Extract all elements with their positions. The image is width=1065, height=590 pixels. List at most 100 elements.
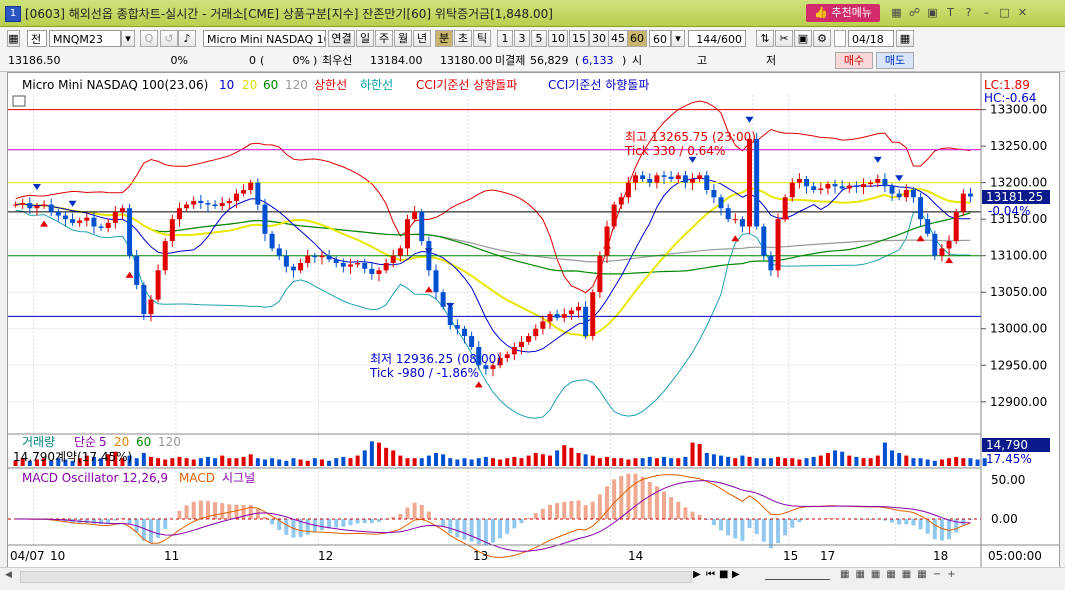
candle-body — [910, 189, 916, 198]
candle-body — [397, 248, 403, 256]
candle-body — [675, 175, 681, 179]
macd-osc-bar — [697, 514, 702, 519]
candle-body — [818, 188, 824, 190]
open-interest-label: 미결제 — [495, 54, 526, 67]
candle-body — [219, 203, 225, 207]
table-icon[interactable] — [12, 95, 26, 107]
forward-icon[interactable]: ▶ — [732, 569, 744, 583]
volume-bar — [148, 456, 153, 466]
count-field[interactable]: 144/600 — [688, 30, 746, 47]
volume-bar — [476, 458, 481, 466]
candle-body — [661, 175, 667, 177]
candle-body — [547, 314, 553, 322]
candle-body — [853, 185, 859, 188]
zoom-icon[interactable]: ⇅ — [756, 30, 774, 47]
app-icon[interactable]: 1 — [5, 6, 21, 22]
zoom-tools[interactable]: ▦▦▦▦▦▦−+ — [840, 569, 1060, 583]
interval-15[interactable]: 15 — [569, 30, 589, 47]
zoom-slider[interactable] — [765, 571, 830, 580]
mode-select[interactable]: 전 — [27, 30, 47, 47]
close-icon[interactable]: ✕ — [1014, 4, 1031, 21]
volume-bar — [141, 453, 146, 466]
low-label: 저 — [766, 54, 777, 67]
font-icon[interactable]: T — [942, 4, 959, 21]
grid-icon[interactable]: ▦ — [7, 30, 20, 47]
interval-5[interactable]: 5 — [531, 30, 547, 47]
legend-cci-down: CCI기준선 하향돌파 — [548, 78, 649, 92]
interval-select[interactable]: 60 — [649, 30, 671, 47]
candle-body — [775, 219, 781, 271]
toolbar-main: ▦ 전 MNQM23 ▾ Q ↺ ♪ Micro Mini NASDAQ 10 … — [0, 27, 1065, 51]
tab-연결[interactable]: 연결 — [328, 30, 355, 47]
candle-body — [440, 292, 446, 307]
play-icon[interactable]: ▶ — [693, 569, 705, 583]
volume-right-value: 14,790 — [986, 438, 1028, 452]
layout-icon[interactable]: ▦ — [888, 4, 905, 21]
chart-area[interactable]: Micro Mini NASDAQ 100(23.06) 10 20 60 12… — [7, 72, 1060, 568]
search-icon[interactable]: Q — [140, 30, 158, 47]
recommend-menu-button[interactable]: 👍 추천메뉴 — [806, 4, 880, 22]
scroll-track[interactable] — [20, 571, 692, 583]
volume-bar — [405, 458, 410, 466]
window-icon[interactable]: ▣ — [924, 4, 941, 21]
tab-tick[interactable]: 틱 — [473, 30, 491, 47]
tab-day[interactable]: 일 — [356, 30, 374, 47]
interval-30[interactable]: 30 — [589, 30, 609, 47]
date-field[interactable]: 04/18 — [848, 30, 894, 47]
candle-body — [212, 204, 218, 207]
interval-3[interactable]: 3 — [514, 30, 530, 47]
cci-up-arrow — [731, 235, 740, 242]
macd-tick-50: 50.00 — [991, 473, 1025, 487]
maximize-icon[interactable]: □ — [996, 4, 1013, 21]
high-annotation-2: Tick 330 / 0.64% — [624, 144, 725, 158]
low-annotation-2: Tick -980 / -1.86% — [369, 366, 479, 380]
chart-scrollbar[interactable]: ◀ ▶ ⏮ ■ ▶ ▦▦▦▦▦▦−+ — [0, 567, 1065, 584]
volume-bar — [227, 458, 232, 466]
tab-month[interactable]: 월 — [394, 30, 412, 47]
rewind-icon[interactable]: ⏮ — [706, 569, 718, 583]
minimize-icon[interactable]: – — [978, 4, 995, 21]
ma20-line — [15, 187, 971, 338]
macd-osc-bar — [448, 519, 453, 534]
macd-label: MACD — [179, 471, 215, 485]
symbol-dropdown-icon[interactable]: ▾ — [121, 30, 135, 47]
interval-10[interactable]: 10 — [548, 30, 568, 47]
candle-body — [112, 211, 118, 223]
scissors-icon[interactable]: ✂ — [775, 30, 793, 47]
volume-bar — [341, 456, 346, 466]
volume-bar — [312, 458, 317, 466]
interval-dropdown-icon[interactable]: ▾ — [671, 30, 685, 47]
x-label-14: 14 — [628, 549, 643, 563]
calendar-icon[interactable]: ▦ — [896, 30, 914, 47]
interval-1[interactable]: 1 — [497, 30, 513, 47]
scroll-left-icon[interactable]: ◀ — [5, 570, 17, 582]
stop-icon[interactable]: ■ — [719, 569, 731, 583]
candle-body — [511, 347, 517, 355]
tab-week[interactable]: 주 — [375, 30, 393, 47]
speaker-icon[interactable]: ♪ — [178, 30, 196, 47]
help-icon[interactable]: ? — [960, 4, 977, 21]
date-checkbox[interactable] — [834, 30, 846, 47]
interval-60[interactable]: 60 — [627, 30, 647, 47]
link-icon[interactable]: ☍ — [906, 4, 923, 21]
sell-button[interactable]: 매도 — [876, 52, 914, 69]
cci-up-arrow — [125, 271, 134, 278]
candle-body — [305, 255, 311, 263]
tab-second[interactable]: 초 — [454, 30, 472, 47]
gear-icon[interactable]: ⚙ — [813, 30, 831, 47]
buy-button[interactable]: 매수 — [835, 52, 873, 69]
interval-45[interactable]: 45 — [608, 30, 628, 47]
candle-body — [419, 211, 425, 242]
symbol-input[interactable]: MNQM23 — [49, 30, 121, 47]
candle-body — [725, 208, 731, 220]
save-icon[interactable]: ▣ — [794, 30, 812, 47]
volume-bar — [519, 458, 524, 466]
history-icon[interactable]: ↺ — [160, 30, 178, 47]
candle-body — [184, 204, 190, 209]
candle-body — [668, 176, 674, 179]
tab-year[interactable]: 년 — [413, 30, 431, 47]
candle-body — [141, 284, 147, 315]
tab-minute[interactable]: 분 — [435, 30, 453, 47]
candle-body — [604, 226, 610, 256]
candle-body — [711, 189, 717, 198]
